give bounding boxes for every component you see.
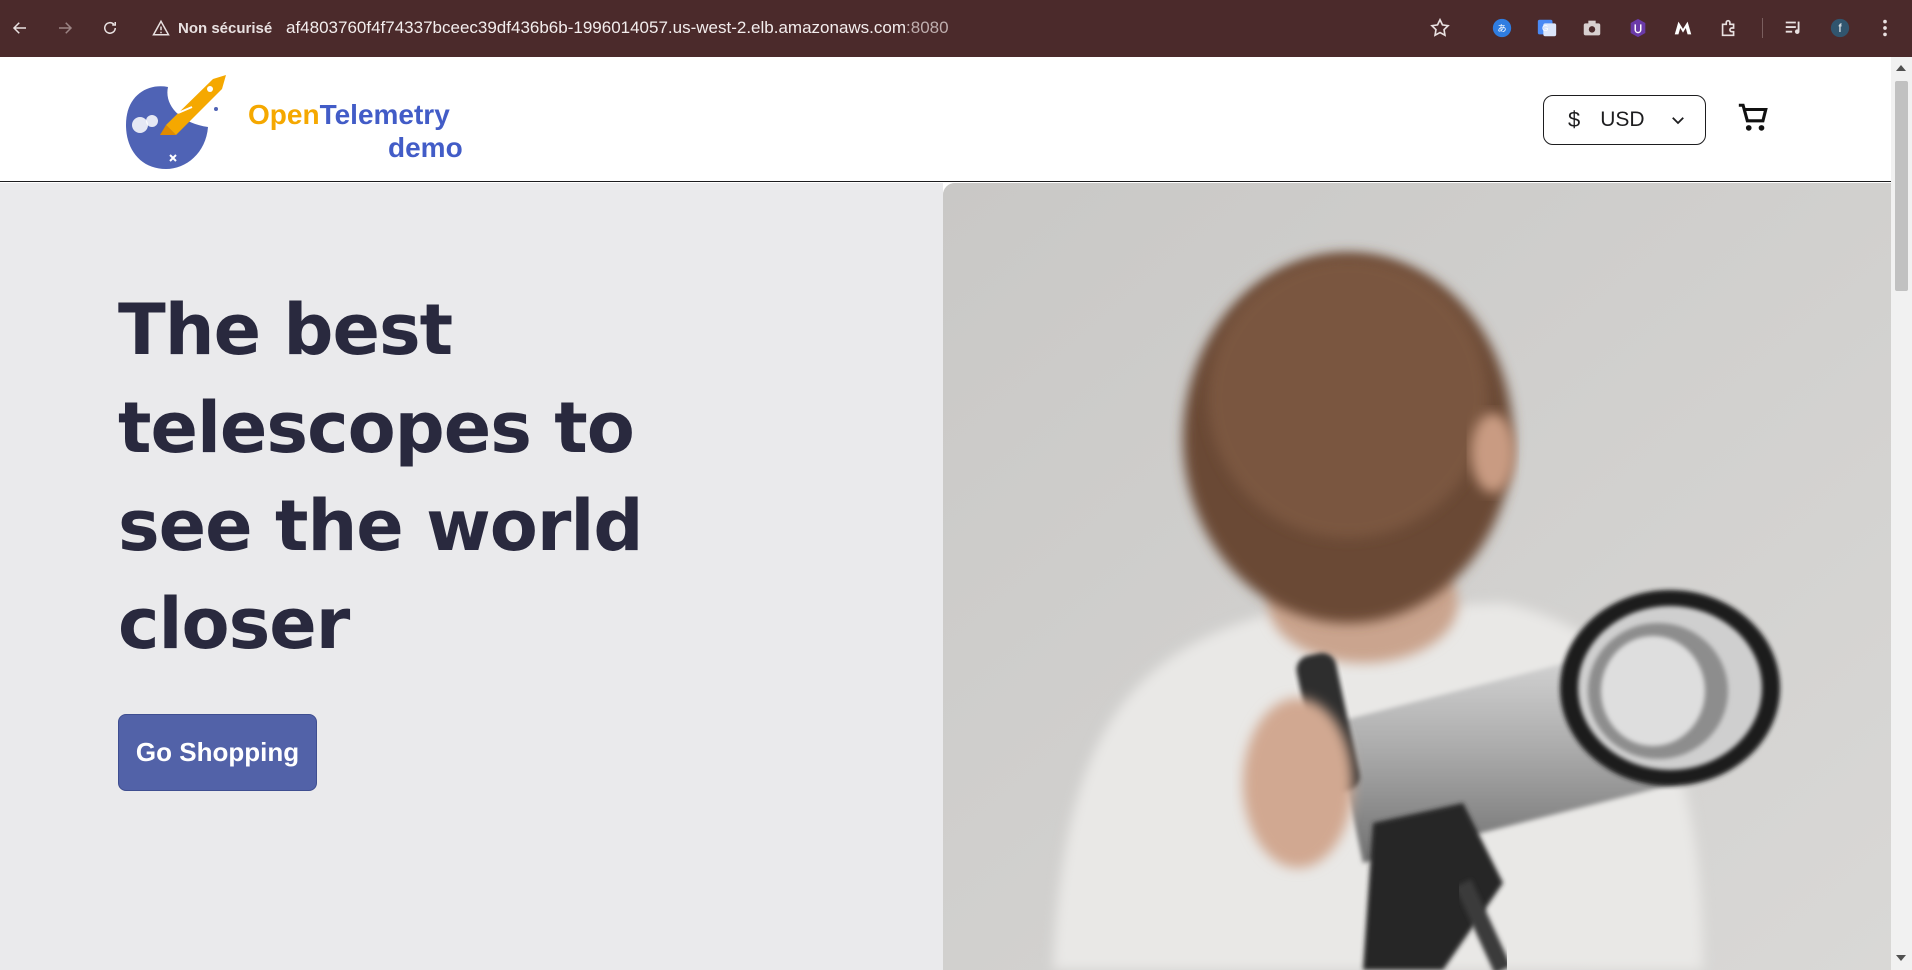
scroll-down-arrow-icon[interactable] bbox=[1896, 955, 1906, 961]
shield-extension-button[interactable] bbox=[1624, 14, 1652, 42]
child-with-telescope-image bbox=[943, 183, 1891, 970]
forward-button[interactable] bbox=[51, 14, 79, 42]
currency-symbol: $ bbox=[1568, 107, 1581, 132]
back-button[interactable] bbox=[6, 14, 34, 42]
logo-text: OpenTelemetry bbox=[248, 99, 450, 131]
browser-menu-button[interactable] bbox=[1871, 14, 1899, 42]
translate-icon: あ bbox=[1492, 18, 1512, 38]
warning-icon bbox=[152, 19, 170, 36]
svg-text:G: G bbox=[1542, 24, 1548, 33]
rocket-logo-icon bbox=[126, 75, 226, 169]
security-indicator[interactable]: Non sécurisé bbox=[152, 16, 272, 40]
translate-extension-button[interactable]: あ bbox=[1488, 14, 1516, 42]
currency-code: USD bbox=[1600, 108, 1645, 131]
google-translate-button[interactable]: G bbox=[1533, 14, 1561, 42]
reload-button[interactable] bbox=[96, 14, 124, 42]
hero-title: The best telescopes to see the world clo… bbox=[118, 289, 644, 665]
logo-open-text: Open bbox=[248, 99, 320, 130]
media-controls-button[interactable] bbox=[1780, 14, 1808, 42]
hero-image bbox=[943, 183, 1891, 970]
profile-initial: f bbox=[1838, 21, 1842, 35]
site-header: OpenTelemetry demo $ USD bbox=[0, 57, 1891, 182]
chevron-down-icon bbox=[1672, 117, 1684, 125]
forward-arrow-icon bbox=[59, 22, 73, 34]
scrollbar-thumb[interactable] bbox=[1895, 81, 1908, 291]
browser-toolbar: Non sécurisé af4803760f4f74337bceec39df4… bbox=[0, 0, 1912, 57]
google-translate-icon: G bbox=[1537, 19, 1557, 37]
playlist-icon bbox=[1785, 21, 1800, 34]
malwarebytes-extension-button[interactable] bbox=[1669, 14, 1697, 42]
logo-demo-text: demo bbox=[388, 132, 463, 163]
shopping-cart-icon[interactable] bbox=[1736, 101, 1770, 135]
puzzle-icon bbox=[1721, 19, 1735, 37]
go-shopping-button[interactable]: Go Shopping bbox=[118, 714, 317, 791]
star-icon bbox=[1430, 17, 1450, 37]
reload-icon bbox=[104, 21, 116, 34]
camera-icon bbox=[1583, 20, 1601, 36]
url-host: af4803760f4f74337bceec39df436b6b-1996014… bbox=[286, 18, 907, 37]
web-page: OpenTelemetry demo $ USD The best telesc… bbox=[0, 57, 1891, 970]
bookmark-star-button[interactable] bbox=[1426, 14, 1454, 42]
svg-text:あ: あ bbox=[1497, 24, 1506, 34]
url-port: :8080 bbox=[906, 18, 949, 37]
screenshot-extension-button[interactable] bbox=[1578, 14, 1606, 42]
back-arrow-icon bbox=[12, 22, 26, 34]
security-label: Non sécurisé bbox=[178, 19, 273, 37]
address-bar[interactable]: af4803760f4f74337bceec39df436b6b-1996014… bbox=[286, 16, 949, 40]
kebab-menu-icon bbox=[1883, 19, 1887, 37]
currency-selector[interactable]: $ USD bbox=[1543, 95, 1706, 145]
toolbar-divider bbox=[1762, 18, 1763, 38]
scroll-up-arrow-icon[interactable] bbox=[1896, 65, 1906, 71]
logo-telemetry-text: Telemetry bbox=[319, 99, 450, 130]
profile-button[interactable]: f bbox=[1826, 14, 1854, 42]
page-scrollbar[interactable] bbox=[1891, 57, 1912, 970]
opentelemetry-demo-logo[interactable]: OpenTelemetry demo bbox=[118, 65, 478, 175]
malwarebytes-icon bbox=[1674, 21, 1692, 35]
extensions-button[interactable] bbox=[1715, 14, 1743, 42]
hexagon-shield-icon bbox=[1630, 18, 1646, 38]
